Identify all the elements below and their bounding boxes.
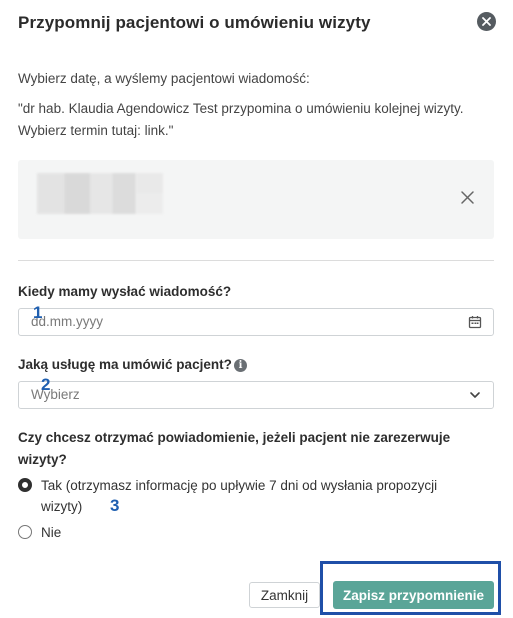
divider — [18, 260, 494, 261]
annotation-marker-1: 1 — [33, 303, 43, 322]
close-icon — [461, 191, 474, 204]
reminder-dialog: Przypomnij pacjentowi o umówieniu wizyty… — [0, 0, 513, 618]
message-preview: "dr hab. Klaudia Agendowicz Test przypom… — [18, 101, 464, 138]
close-icon — [482, 17, 491, 26]
annotation-marker-2: 2 — [41, 375, 51, 394]
service-select[interactable]: Wybierz — [18, 381, 494, 409]
patient-card — [18, 160, 494, 239]
service-field-label: Jaką usługę ma umówić pacjent? — [18, 357, 232, 372]
radio-option-no[interactable]: Nie — [18, 522, 481, 543]
radio-option-yes[interactable]: Tak (otrzymasz informację po upływie 7 d… — [18, 475, 481, 517]
patient-info-redacted — [37, 173, 163, 214]
annotation-marker-3: 3 — [110, 496, 120, 515]
remove-patient-button[interactable] — [458, 188, 478, 208]
radio-button-checked[interactable] — [18, 478, 32, 492]
radio-label-no: Nie — [41, 525, 62, 540]
service-select-value: Wybierz — [31, 387, 80, 402]
dialog-title: Przypomnij pacjentowi o umówieniu wizyty — [18, 13, 371, 32]
info-icon[interactable]: i — [234, 359, 247, 372]
close-dialog-button[interactable] — [477, 12, 496, 31]
date-field-label: Kiedy mamy wysłać wiadomość? — [18, 284, 232, 299]
cancel-button[interactable]: Zamknij — [249, 582, 320, 608]
radio-label-yes: Tak (otrzymasz informację po upływie 7 d… — [41, 478, 438, 514]
radio-button-unchecked[interactable] — [18, 525, 32, 539]
date-input[interactable]: dd.mm.yyyy — [18, 308, 494, 336]
save-reminder-button[interactable]: Zapisz przypomnienie — [333, 581, 494, 609]
intro-text: Wybierz datę, a wyślemy pacjentowi wiado… — [18, 71, 310, 86]
chevron-down-icon — [470, 392, 480, 398]
notify-question: Czy chcesz otrzymać powiadomienie, jeżel… — [18, 430, 451, 467]
calendar-icon[interactable] — [468, 315, 482, 329]
